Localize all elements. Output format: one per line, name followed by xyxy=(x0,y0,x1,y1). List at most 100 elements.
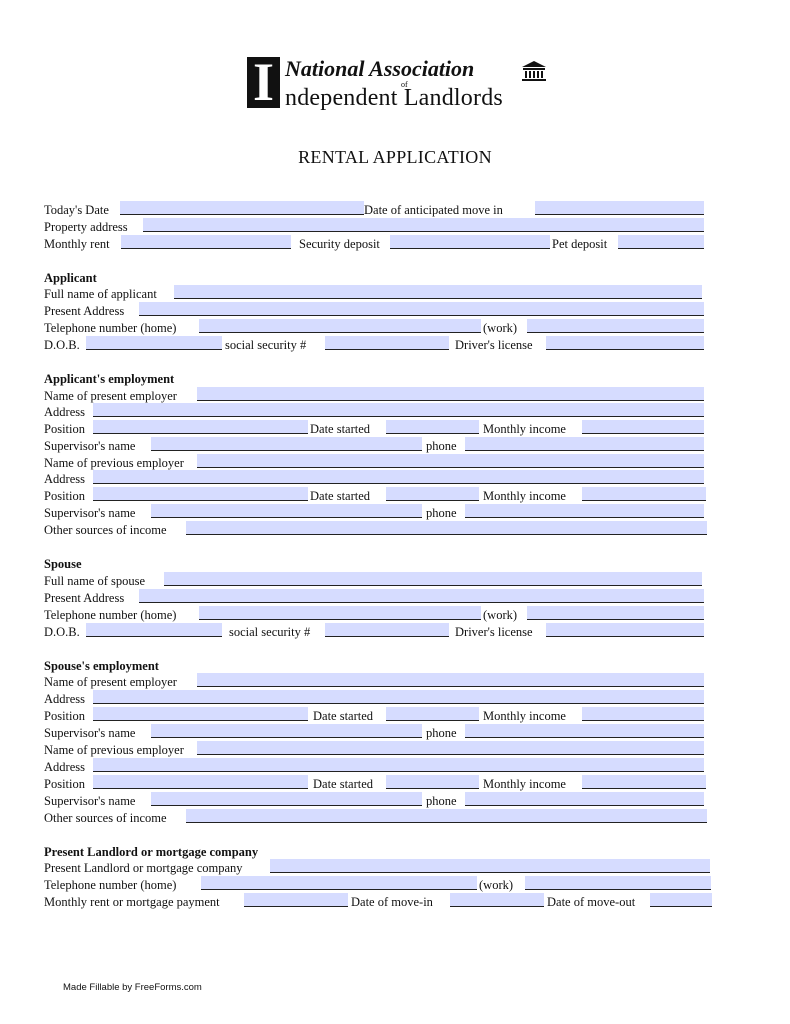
app-address-label: Address xyxy=(44,405,85,419)
spouse-employment-heading: Spouse's employment xyxy=(44,659,159,673)
app-other-income-field[interactable] xyxy=(186,521,707,535)
app-supervisor2-field[interactable] xyxy=(151,504,422,518)
applicant-name-field[interactable] xyxy=(174,285,702,299)
monthly-rent-label: Monthly rent xyxy=(44,237,110,251)
sp-date-started2-label: Date started xyxy=(313,777,374,791)
sp-phone-label: phone xyxy=(426,726,457,740)
app-date-started-label: Date started xyxy=(310,422,371,436)
sp-supervisor-field[interactable] xyxy=(151,724,422,738)
app-monthly-income-label: Monthly income xyxy=(483,422,566,436)
app-phone2-field[interactable] xyxy=(465,504,704,518)
sp-phone2-field[interactable] xyxy=(465,792,704,806)
spouse-ssn-field[interactable] xyxy=(325,623,449,637)
app-supervisor2-label: Supervisor's name xyxy=(44,506,136,520)
applicant-dob-field[interactable] xyxy=(86,336,222,350)
app-monthly-income-field[interactable] xyxy=(582,420,704,434)
sp-position2-field[interactable] xyxy=(93,775,308,789)
landlord-phone-home-label: Telephone number (home) xyxy=(44,878,177,892)
sp-address-field[interactable] xyxy=(93,690,704,704)
sp-present-employer-label: Name of present employer xyxy=(44,675,177,689)
app-phone-label: phone xyxy=(426,439,457,453)
pet-deposit-field[interactable] xyxy=(618,235,704,249)
spouse-license-field[interactable] xyxy=(546,623,704,637)
landlord-payment-label: Monthly rent or mortgage payment xyxy=(44,895,220,909)
applicant-dob-label: D.O.B. xyxy=(44,338,80,352)
security-deposit-label: Security deposit xyxy=(299,237,380,251)
app-previous-employer-field[interactable] xyxy=(197,454,704,468)
applicant-ssn-field[interactable] xyxy=(325,336,449,350)
applicant-phone-home-field[interactable] xyxy=(199,319,481,333)
app-supervisor-label: Supervisor's name xyxy=(44,439,136,453)
sp-position-field[interactable] xyxy=(93,707,308,721)
sp-previous-employer-field[interactable] xyxy=(197,741,704,755)
applicant-work-label: (work) xyxy=(483,321,518,335)
landlord-work-label: (work) xyxy=(479,878,514,892)
sp-present-employer-field[interactable] xyxy=(197,673,704,687)
applicant-license-field[interactable] xyxy=(546,336,704,350)
spouse-dob-label: D.O.B. xyxy=(44,625,80,639)
applicant-address-field[interactable] xyxy=(139,302,704,316)
sp-supervisor2-label: Supervisor's name xyxy=(44,794,136,808)
sp-phone-field[interactable] xyxy=(465,724,704,738)
app-present-employer-label: Name of present employer xyxy=(44,389,177,403)
landlord-heading: Present Landlord or mortgage company xyxy=(44,845,259,859)
applicant-phone-work-field[interactable] xyxy=(527,319,704,333)
app-address2-field[interactable] xyxy=(93,470,704,484)
landlord-move-in-field[interactable] xyxy=(450,893,544,907)
sp-monthly-income-label: Monthly income xyxy=(483,709,566,723)
move-in-label: Date of anticipated move in xyxy=(364,203,503,217)
sp-supervisor2-field[interactable] xyxy=(151,792,422,806)
sp-supervisor-label: Supervisor's name xyxy=(44,726,136,740)
app-phone2-label: phone xyxy=(426,506,457,520)
spouse-name-label: Full name of spouse xyxy=(44,574,146,588)
move-in-field[interactable] xyxy=(535,201,704,215)
spouse-address-field[interactable] xyxy=(139,589,704,603)
security-deposit-field[interactable] xyxy=(390,235,550,249)
app-date-started2-label: Date started xyxy=(310,489,371,503)
property-address-field[interactable] xyxy=(143,218,704,232)
app-monthly-income2-field[interactable] xyxy=(582,487,706,501)
app-phone-field[interactable] xyxy=(465,437,704,451)
applicant-license-label: Driver's license xyxy=(455,338,533,352)
landlord-move-in-label: Date of move-in xyxy=(351,895,433,909)
sp-date-started2-field[interactable] xyxy=(386,775,479,789)
app-supervisor-field[interactable] xyxy=(151,437,422,451)
app-address-field[interactable] xyxy=(93,403,704,417)
sp-position2-label: Position xyxy=(44,777,85,791)
spouse-heading: Spouse xyxy=(44,557,82,571)
sp-monthly-income-field[interactable] xyxy=(582,707,704,721)
app-present-employer-field[interactable] xyxy=(197,387,704,401)
applicant-address-label: Present Address xyxy=(44,304,125,318)
bank-building-icon xyxy=(522,61,546,81)
landlord-move-out-field[interactable] xyxy=(650,893,712,907)
sp-address2-label: Address xyxy=(44,760,85,774)
app-other-income-label: Other sources of income xyxy=(44,523,167,537)
spouse-license-label: Driver's license xyxy=(455,625,533,639)
spouse-phone-home-field[interactable] xyxy=(199,606,481,620)
sp-other-income-field[interactable] xyxy=(186,809,707,823)
logo-line1: National Association xyxy=(285,56,475,81)
sp-monthly-income2-field[interactable] xyxy=(582,775,706,789)
logo-line2: ndependent Landlords xyxy=(285,85,503,111)
monthly-rent-field[interactable] xyxy=(121,235,291,249)
landlord-phone-work-field[interactable] xyxy=(525,876,711,890)
spouse-address-label: Present Address xyxy=(44,591,125,605)
landlord-payment-field[interactable] xyxy=(244,893,348,907)
sp-phone2-label: phone xyxy=(426,794,457,808)
todays-date-field[interactable] xyxy=(120,201,364,215)
app-position2-field[interactable] xyxy=(93,487,308,501)
sp-previous-employer-label: Name of previous employer xyxy=(44,743,184,757)
sp-address2-field[interactable] xyxy=(93,758,704,772)
landlord-company-field[interactable] xyxy=(270,859,710,873)
spouse-phone-work-field[interactable] xyxy=(527,606,704,620)
spouse-dob-field[interactable] xyxy=(86,623,222,637)
sp-date-started-field[interactable] xyxy=(386,707,479,721)
app-date-started-field[interactable] xyxy=(386,420,479,434)
landlord-phone-home-field[interactable] xyxy=(201,876,477,890)
app-position-field[interactable] xyxy=(93,420,308,434)
sp-date-started-label: Date started xyxy=(313,709,374,723)
page-title: RENTAL APPLICATION xyxy=(298,147,492,167)
spouse-name-field[interactable] xyxy=(164,572,702,586)
applicant-employment-heading: Applicant's employment xyxy=(44,372,175,386)
app-date-started2-field[interactable] xyxy=(386,487,479,501)
